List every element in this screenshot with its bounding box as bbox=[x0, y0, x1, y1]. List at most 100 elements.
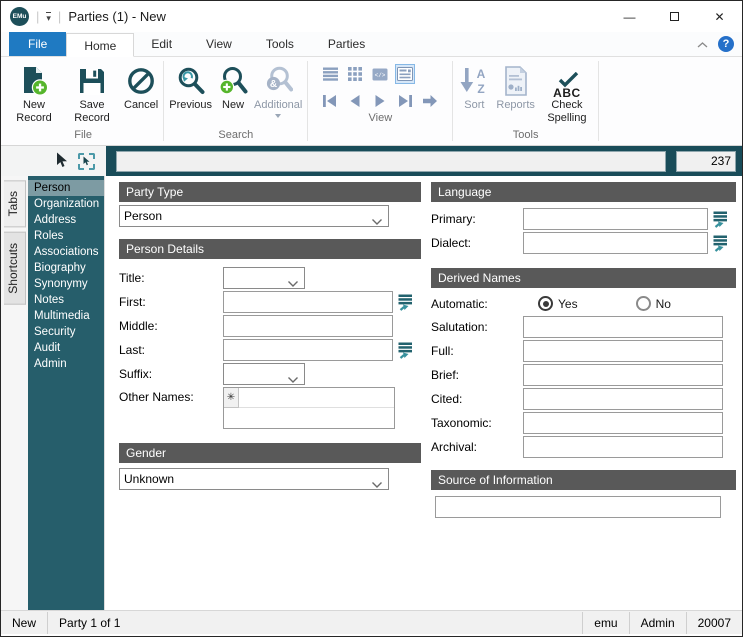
side-tab-tabs[interactable]: Tabs bbox=[4, 180, 26, 228]
sidebar-item-associations[interactable]: Associations bbox=[28, 244, 104, 260]
next-record-icon[interactable] bbox=[370, 91, 390, 111]
tab-parties[interactable]: Parties bbox=[311, 32, 382, 56]
form-left-column: Party Type Person Person Details Title: … bbox=[119, 182, 421, 490]
new-search-label: New bbox=[222, 99, 245, 111]
app-window: EMu | ▾ | Parties (1) - New — ✕ File Hom… bbox=[0, 0, 743, 637]
ribbon-group-file: New Record Save Record Cancel File bbox=[5, 57, 161, 145]
new-record-button[interactable]: New Record bbox=[5, 62, 63, 126]
first-record-icon[interactable] bbox=[320, 91, 340, 111]
cancel-button[interactable]: Cancel bbox=[121, 62, 161, 113]
other-names-label: Other Names: bbox=[119, 390, 194, 404]
lookup-list-icon[interactable] bbox=[398, 342, 413, 359]
other-names-grid[interactable]: ✳ bbox=[223, 387, 395, 429]
sort-label: Sort bbox=[464, 99, 485, 111]
reports-button[interactable]: Reports bbox=[493, 62, 538, 113]
side-tab-shortcuts[interactable]: Shortcuts bbox=[4, 232, 26, 306]
dialect-input[interactable] bbox=[523, 232, 708, 254]
new-search-icon bbox=[218, 63, 248, 99]
archival-input[interactable] bbox=[523, 436, 723, 458]
primary-label: Primary: bbox=[431, 212, 476, 226]
party-type-value: Person bbox=[124, 209, 163, 223]
lookup-list-icon[interactable] bbox=[713, 211, 728, 228]
sidebar-item-security[interactable]: Security bbox=[28, 324, 104, 340]
brief-input[interactable] bbox=[523, 364, 723, 386]
sidebar-item-biography[interactable]: Biography bbox=[28, 260, 104, 276]
lookup-list-icon[interactable] bbox=[398, 294, 413, 311]
code-view-icon[interactable]: </> bbox=[370, 64, 390, 84]
cited-input[interactable] bbox=[523, 388, 723, 410]
form-view-icon[interactable] bbox=[395, 64, 416, 84]
collapse-ribbon-icon[interactable] bbox=[697, 37, 708, 51]
minimize-button[interactable]: — bbox=[607, 1, 652, 32]
sidebar-item-notes[interactable]: Notes bbox=[28, 292, 104, 308]
grid-cell[interactable] bbox=[239, 388, 394, 408]
goto-record-icon[interactable] bbox=[420, 91, 440, 111]
group-caption-search: Search bbox=[218, 129, 254, 141]
last-record-icon[interactable] bbox=[395, 91, 415, 111]
lookup-list-icon[interactable] bbox=[713, 235, 728, 252]
previous-record-icon[interactable] bbox=[345, 91, 365, 111]
help-icon[interactable]: ? bbox=[718, 36, 734, 52]
suffix-combo[interactable] bbox=[223, 363, 305, 385]
new-search-button[interactable]: New bbox=[215, 62, 251, 113]
cursor-icon[interactable] bbox=[54, 152, 69, 171]
maximize-icon bbox=[670, 12, 679, 21]
taxonomic-input[interactable] bbox=[523, 412, 723, 434]
additional-search-icon: & bbox=[263, 63, 294, 99]
tab-home[interactable]: Home bbox=[66, 33, 135, 57]
svg-text:&: & bbox=[270, 79, 277, 90]
first-input[interactable] bbox=[223, 291, 393, 313]
check-spelling-button[interactable]: ABC Check Spelling bbox=[538, 62, 596, 126]
sidebar-item-roles[interactable]: Roles bbox=[28, 228, 104, 244]
gender-header: Gender bbox=[119, 443, 421, 463]
sort-button[interactable]: A Z Sort bbox=[455, 62, 493, 113]
summary-row: 237 bbox=[1, 146, 742, 176]
party-type-header: Party Type bbox=[119, 182, 421, 202]
additional-search-button[interactable]: & Additional bbox=[251, 62, 305, 119]
gender-combo[interactable]: Unknown bbox=[119, 468, 389, 490]
tab-tools[interactable]: Tools bbox=[249, 32, 311, 56]
middle-label: Middle: bbox=[119, 319, 158, 333]
sidebar-item-organization[interactable]: Organization bbox=[28, 196, 104, 212]
status-bar: New Party 1 of 1 emu Admin 20007 bbox=[1, 610, 742, 634]
maximize-button[interactable] bbox=[652, 1, 697, 32]
grid-view-icon[interactable] bbox=[345, 64, 365, 84]
previous-search-icon bbox=[176, 63, 206, 99]
tab-edit[interactable]: Edit bbox=[134, 32, 189, 56]
check-spelling-icon: ABC bbox=[553, 63, 581, 99]
chevron-down-icon bbox=[372, 477, 382, 491]
tab-file[interactable]: File bbox=[9, 32, 67, 56]
party-type-combo[interactable]: Person bbox=[119, 205, 389, 227]
yes-label: Yes bbox=[558, 296, 578, 311]
salutation-input[interactable] bbox=[523, 316, 723, 338]
close-button[interactable]: ✕ bbox=[697, 1, 742, 32]
quick-access-dropdown-icon[interactable]: ▾ bbox=[46, 11, 51, 22]
emu-logo-icon: EMu bbox=[10, 7, 29, 26]
title-bar: EMu | ▾ | Parties (1) - New — ✕ bbox=[1, 1, 742, 32]
group-caption-view: View bbox=[368, 112, 393, 124]
side-tab-strip: Tabs Shortcuts bbox=[1, 176, 28, 610]
sidebar-item-admin[interactable]: Admin bbox=[28, 356, 104, 372]
sidebar-item-person[interactable]: Person bbox=[28, 180, 104, 196]
sidebar-item-multimedia[interactable]: Multimedia bbox=[28, 308, 104, 324]
title-label: Title: bbox=[119, 271, 145, 285]
cited-label: Cited: bbox=[431, 392, 463, 406]
middle-input[interactable] bbox=[223, 315, 393, 337]
sidebar-item-audit[interactable]: Audit bbox=[28, 340, 104, 356]
additional-dropdown-icon bbox=[275, 114, 282, 118]
tab-view[interactable]: View bbox=[189, 32, 249, 56]
automatic-yes-radio[interactable] bbox=[538, 296, 553, 311]
automatic-no-radio[interactable] bbox=[635, 296, 651, 311]
last-input[interactable] bbox=[223, 339, 393, 361]
list-view-icon[interactable] bbox=[320, 64, 340, 84]
previous-search-button[interactable]: Previous bbox=[166, 62, 215, 113]
source-of-information-input[interactable] bbox=[435, 496, 721, 518]
full-input[interactable] bbox=[523, 340, 723, 362]
primary-language-input[interactable] bbox=[523, 208, 708, 230]
title-combo[interactable] bbox=[223, 267, 305, 289]
ribbon-tab-strip: File Home Edit View Tools Parties ? bbox=[1, 32, 742, 57]
save-record-button[interactable]: Save Record bbox=[63, 62, 121, 126]
marquee-select-icon[interactable] bbox=[78, 152, 95, 170]
sidebar-item-address[interactable]: Address bbox=[28, 212, 104, 228]
sidebar-item-synonymy[interactable]: Synonymy bbox=[28, 276, 104, 292]
